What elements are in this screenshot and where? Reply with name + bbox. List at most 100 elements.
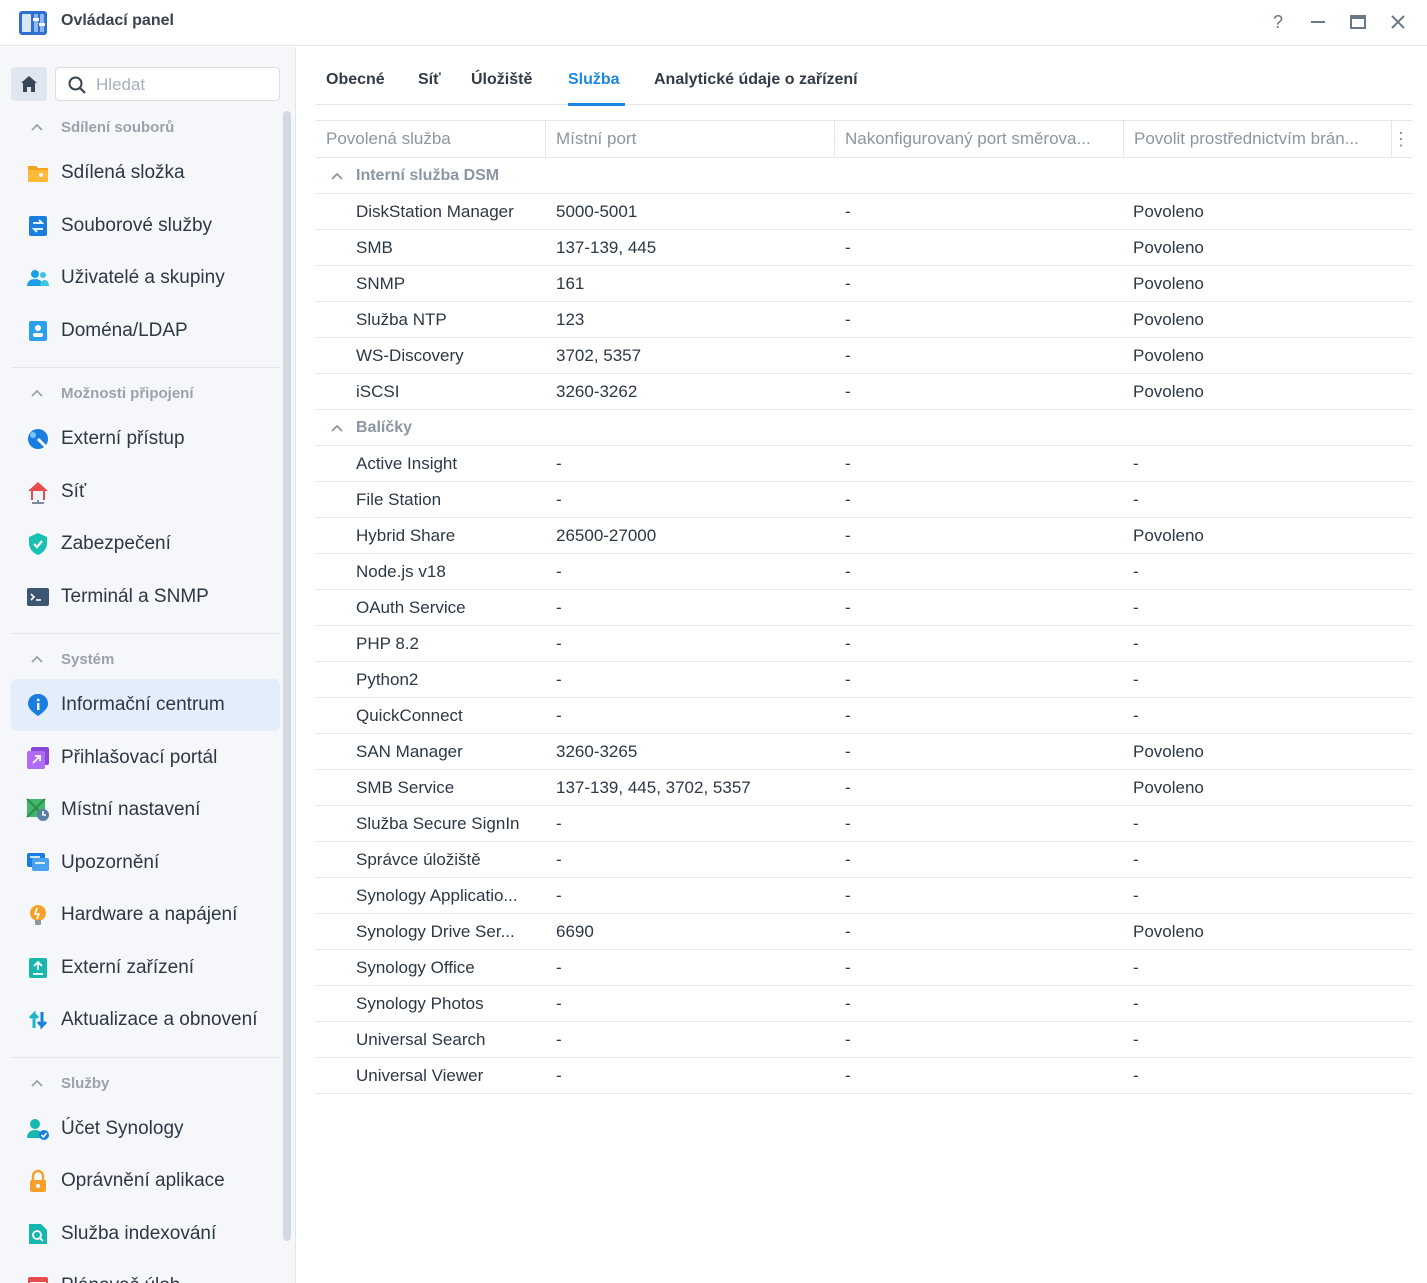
router-port-cell: - <box>845 958 851 977</box>
section-header-services[interactable]: Služby <box>30 1071 109 1095</box>
table-row[interactable]: Služba Secure SignIn - - - <box>316 806 1412 842</box>
router-port-cell: - <box>845 526 851 545</box>
sidebar-item-external-access[interactable]: Externí přístup <box>11 413 280 465</box>
table-row[interactable]: Node.js v18 - - - <box>316 554 1412 590</box>
home-button[interactable] <box>11 67 47 101</box>
firewall-status-cell: - <box>1133 958 1139 977</box>
table-row[interactable]: File Station - - - <box>316 482 1412 518</box>
sidebar-item-label: Externí přístup <box>61 428 185 449</box>
sidebar-item-regional-options[interactable]: Místní nastavení <box>11 784 280 836</box>
table-row[interactable]: Universal Viewer - - - <box>316 1058 1412 1094</box>
column-header-service[interactable]: Povolená služba <box>316 121 546 157</box>
router-port-cell: - <box>845 454 851 473</box>
section-header-system[interactable]: Systém <box>30 647 114 671</box>
sidebar-item-indexing-service[interactable]: Služba indexování <box>11 1208 280 1260</box>
table-row[interactable]: iSCSI 3260-3262 - Povoleno <box>316 374 1412 410</box>
column-menu-icon[interactable]: ⋮ <box>1390 121 1412 157</box>
router-port-cell: - <box>845 490 851 509</box>
external-access-icon <box>28 429 48 449</box>
maximize-icon[interactable] <box>1346 10 1370 34</box>
table-row[interactable]: PHP 8.2 - - - <box>316 626 1412 662</box>
service-name-cell: Node.js v18 <box>356 562 446 581</box>
close-icon[interactable] <box>1386 10 1410 34</box>
sidebar-item-task-scheduler[interactable]: Plánovač úloh <box>11 1260 280 1283</box>
column-header-local-port[interactable]: Místní port <box>546 121 835 157</box>
service-name-cell: Synology Office <box>356 958 475 977</box>
users-groups-icon <box>27 270 49 286</box>
sidebar-item-synology-account[interactable]: Účet Synology <box>11 1103 280 1155</box>
sidebar-item-notification[interactable]: Upozornění <box>11 837 280 889</box>
app-privileges-icon <box>30 1169 46 1192</box>
notification-icon <box>27 853 49 871</box>
sidebar: Sdílení souborů Sdílená složka Souborové… <box>0 47 296 1283</box>
service-name-cell: Universal Search <box>356 1030 486 1049</box>
local-port-cell: 161 <box>556 274 585 293</box>
table-row[interactable]: OAuth Service - - - <box>316 590 1412 626</box>
login-portal-icon <box>27 747 49 769</box>
service-name-cell: Služba NTP <box>356 310 447 329</box>
sidebar-item-terminal-snmp[interactable]: Terminál a SNMP <box>11 571 280 623</box>
sidebar-item-network[interactable]: Síť <box>11 466 280 518</box>
section-header-connectivity[interactable]: Možnosti připojení <box>30 381 194 405</box>
sidebar-item-update-restore[interactable]: Aktualizace a obnovení <box>11 994 280 1046</box>
sidebar-item-security[interactable]: Zabezpečení <box>11 518 280 570</box>
section-title: Sdílení souborů <box>61 118 175 136</box>
table-row[interactable]: SNMP 161 - Povoleno <box>316 266 1412 302</box>
sidebar-item-shared-folder[interactable]: Sdílená složka <box>11 147 280 199</box>
table-row[interactable]: WS-Discovery 3702, 5357 - Povoleno <box>316 338 1412 374</box>
divider <box>11 633 281 634</box>
table-row[interactable]: Synology Drive Ser... 6690 - Povoleno <box>316 914 1412 950</box>
firewall-status-cell: Povoleno <box>1133 310 1204 329</box>
table-row[interactable]: Synology Applicatio... - - - <box>316 878 1412 914</box>
service-name-cell: Služba Secure SignIn <box>356 814 520 833</box>
tab-device-analytics[interactable]: Analytické údaje o zařízení <box>654 71 858 89</box>
search-field[interactable] <box>55 67 280 101</box>
minimize-icon[interactable] <box>1306 10 1330 34</box>
sidebar-item-label: Místní nastavení <box>61 799 201 820</box>
column-header-firewall[interactable]: Povolit prostřednictvím brán... <box>1124 121 1392 157</box>
table-row[interactable]: Služba NTP 123 - Povoleno <box>316 302 1412 338</box>
sidebar-scrollbar[interactable] <box>283 111 291 1241</box>
sidebar-item-domain-ldap[interactable]: Doména/LDAP <box>11 305 280 357</box>
service-name-cell: Python2 <box>356 670 419 689</box>
table-row[interactable]: Synology Office - - - <box>316 950 1412 986</box>
column-header-router-port[interactable]: Nakonfigurovaný port směrova... <box>835 121 1124 157</box>
table-row[interactable]: SMB Service 137-139, 445, 3702, 5357 - Povo… <box>316 770 1412 806</box>
external-devices-icon <box>29 958 47 978</box>
table-row[interactable]: SMB 137-139, 445 - Povoleno <box>316 230 1412 266</box>
sidebar-item-login-portal[interactable]: Přihlašovací portál <box>11 732 280 784</box>
search-input[interactable] <box>96 74 271 96</box>
local-port-cell: - <box>556 850 562 869</box>
sidebar-item-users-groups[interactable]: Uživatelé a skupiny <box>11 252 280 304</box>
local-port-cell: - <box>556 814 562 833</box>
section-header-file-sharing[interactable]: Sdílení souborů <box>30 115 174 139</box>
control-panel-app-icon <box>19 11 47 35</box>
firewall-status-cell: Povoleno <box>1133 922 1204 941</box>
firewall-status-cell: - <box>1133 454 1139 473</box>
table-row[interactable]: Synology Photos - - - <box>316 986 1412 1022</box>
table-row[interactable]: Hybrid Share 26500-27000 - Povoleno <box>316 518 1412 554</box>
question-icon[interactable]: ? <box>1266 10 1290 34</box>
sidebar-item-file-services[interactable]: Souborové služby <box>11 200 280 252</box>
group-row[interactable]: Interní služba DSM <box>316 158 1412 194</box>
table-row[interactable]: Universal Search - - - <box>316 1022 1412 1058</box>
tab-storage[interactable]: Úložiště <box>471 71 532 89</box>
firewall-status-cell: - <box>1133 886 1139 905</box>
table-row[interactable]: QuickConnect - - - <box>316 698 1412 734</box>
table-row[interactable]: Active Insight - - - <box>316 446 1412 482</box>
sidebar-item-label: Plánovač úloh <box>61 1275 180 1283</box>
table-row[interactable]: DiskStation Manager 5000-5001 - Povoleno <box>316 194 1412 230</box>
table-row[interactable]: Správce úložiště - - - <box>316 842 1412 878</box>
sidebar-item-external-devices[interactable]: Externí zařízení <box>11 942 280 994</box>
local-port-cell: - <box>556 1030 562 1049</box>
sidebar-item-info-center[interactable]: Informační centrum <box>11 679 280 731</box>
tab-general[interactable]: Obecné <box>326 71 385 89</box>
tab-network[interactable]: Síť <box>418 71 441 89</box>
sidebar-item-hardware-power[interactable]: Hardware a napájení <box>11 889 280 941</box>
table-row[interactable]: Python2 - - - <box>316 662 1412 698</box>
tab-service[interactable]: Služba <box>568 71 620 89</box>
sidebar-item-app-privileges[interactable]: Oprávnění aplikace <box>11 1155 280 1207</box>
group-row[interactable]: Balíčky <box>316 410 1412 446</box>
table-row[interactable]: SAN Manager 3260-3265 - Povoleno <box>316 734 1412 770</box>
window-title: Ovládací panel <box>61 12 174 29</box>
